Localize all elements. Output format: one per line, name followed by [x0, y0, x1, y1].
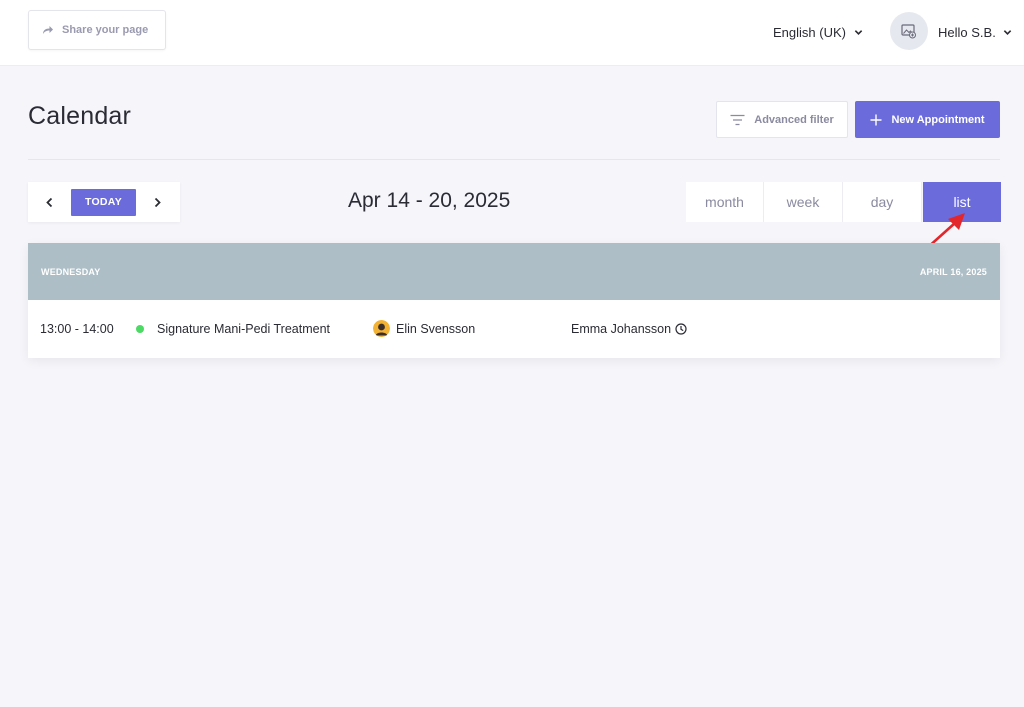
event-row[interactable]: 13:00 - 14:00 Signature Mani-Pedi Treatm…	[28, 300, 1000, 358]
user-greeting: Hello S.B.	[938, 24, 996, 40]
share-arrow-icon	[43, 26, 53, 34]
event-staff: Elin Svensson	[396, 322, 476, 336]
event-title: Signature Mani-Pedi Treatment	[157, 322, 331, 336]
language-selector[interactable]: English (UK)	[773, 22, 863, 42]
chevron-right-icon	[154, 197, 161, 207]
user-menu[interactable]: Hello S.B.	[938, 22, 1012, 42]
staff-avatar	[373, 320, 390, 337]
view-month-button[interactable]: month	[686, 182, 764, 222]
advanced-filter-label: Advanced filter	[754, 113, 834, 126]
day-header: WEDNESDAY APRIL 16, 2025	[28, 243, 1000, 300]
day-date: APRIL 16, 2025	[919, 267, 987, 277]
today-button[interactable]: TODAY	[71, 188, 136, 216]
day-name: WEDNESDAY	[41, 267, 101, 277]
event-client: Emma Johansson	[571, 322, 687, 336]
header-divider	[28, 159, 1000, 160]
previous-week-button[interactable]	[28, 182, 71, 222]
chevron-down-icon	[854, 29, 863, 35]
date-navigation: TODAY	[28, 182, 180, 222]
list-view: WEDNESDAY APRIL 16, 2025 13:00 - 14:00 S…	[28, 243, 1000, 358]
date-range-title: Apr 14 - 20, 2025	[348, 189, 511, 212]
clock-icon	[675, 323, 687, 335]
user-avatar[interactable]	[890, 12, 928, 50]
share-page-label: Share your page	[62, 24, 149, 36]
view-week-button[interactable]: week	[764, 182, 843, 222]
event-client-name: Emma Johansson	[571, 322, 672, 336]
chevron-left-icon	[46, 197, 53, 207]
new-appointment-button[interactable]: New Appointment	[855, 101, 1000, 138]
language-label: English (UK)	[773, 24, 846, 40]
top-bar: Share your page English (UK) Hello S.B.	[0, 0, 1024, 66]
user-picture-icon	[901, 24, 916, 39]
filter-lines-icon	[730, 114, 745, 125]
event-time: 13:00 - 14:00	[40, 322, 114, 336]
new-appointment-label: New Appointment	[891, 113, 985, 126]
event-status-dot	[136, 325, 144, 333]
advanced-filter-button[interactable]: Advanced filter	[716, 101, 848, 138]
plus-icon	[870, 114, 882, 125]
chevron-down-icon	[1003, 29, 1012, 35]
next-week-button[interactable]	[136, 182, 179, 222]
share-page-button[interactable]: Share your page	[28, 10, 166, 50]
page-title: Calendar	[28, 102, 132, 130]
